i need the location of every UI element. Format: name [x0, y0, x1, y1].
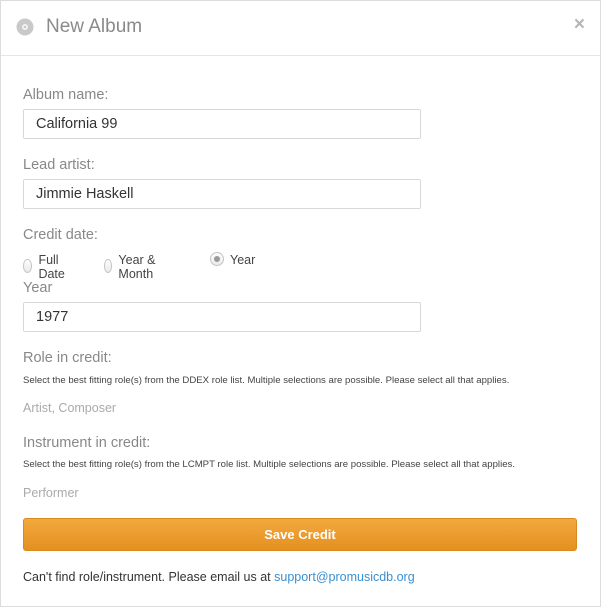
- radio-full-date-label: Full Date: [38, 253, 65, 281]
- role-select-input[interactable]: Artist, Composer: [23, 401, 116, 415]
- disc-icon: [16, 18, 34, 36]
- radio-year-month[interactable]: Year & Month: [104, 252, 159, 281]
- year-input[interactable]: [23, 302, 421, 332]
- support-email-link[interactable]: support@promusicdb.org: [274, 570, 415, 584]
- role-help-text: Select the best fitting role(s) from the…: [23, 375, 510, 386]
- save-credit-button[interactable]: Save Credit: [23, 518, 577, 551]
- radio-year[interactable]: Year: [210, 252, 256, 267]
- album-name-label: Album name:: [23, 87, 109, 103]
- lead-artist-input[interactable]: [23, 179, 421, 209]
- radio-year-month-circle[interactable]: [104, 259, 113, 273]
- footer-note: Can't find role/instrument. Please email…: [23, 570, 415, 584]
- lead-artist-label: Lead artist:: [23, 157, 95, 173]
- radio-full-date-circle[interactable]: [23, 259, 33, 273]
- footer-text: Can't find role/instrument. Please email…: [23, 570, 275, 584]
- dialog-title: New Album: [46, 16, 143, 37]
- radio-full-date[interactable]: Full Date: [23, 252, 69, 281]
- dialog-header: New Album ×: [1, 1, 600, 56]
- year-label: Year: [23, 280, 53, 296]
- radio-year-month-label: Year & Month: [118, 253, 156, 281]
- instrument-label: Instrument in credit:: [23, 435, 151, 451]
- album-name-input[interactable]: [23, 109, 421, 139]
- role-label: Role in credit:: [23, 350, 112, 366]
- radio-year-circle[interactable]: [210, 252, 224, 266]
- credit-date-label: Credit date:: [23, 227, 98, 243]
- new-album-dialog: New Album × Album name: Lead artist: Cre…: [0, 0, 601, 607]
- instrument-select-input[interactable]: Performer: [23, 486, 79, 500]
- instrument-help-text: Select the best fitting role(s) from the…: [23, 459, 515, 470]
- close-icon[interactable]: ×: [574, 13, 585, 37]
- radio-year-label: Year: [230, 253, 256, 267]
